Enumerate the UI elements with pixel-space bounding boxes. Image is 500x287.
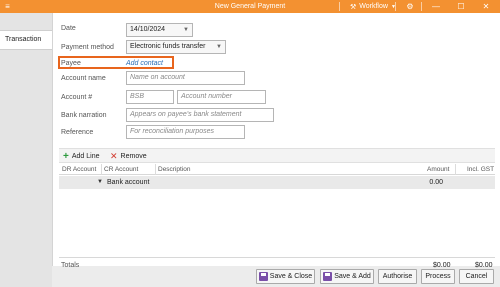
date-value: 14/10/2024 xyxy=(130,26,166,33)
plus-icon: + xyxy=(63,151,69,162)
account-number-placeholder: Account number xyxy=(181,93,232,100)
reference-placeholder: For reconciliation purposes xyxy=(130,128,215,135)
add-contact-link[interactable]: Add contact xyxy=(126,60,163,67)
payment-method-value: Electronic funds transfer xyxy=(130,43,206,50)
bank-narration-placeholder: Appears on payee's bank statement xyxy=(130,111,242,118)
account-number-input[interactable]: Account number xyxy=(177,90,266,104)
column-divider xyxy=(455,164,456,175)
bank-account-label: Bank account xyxy=(107,179,150,186)
account-name-placeholder: Name on account xyxy=(130,74,185,81)
save-close-label: Save & Close xyxy=(269,273,313,280)
minimize-button[interactable]: — xyxy=(428,0,444,13)
column-header-cr-account[interactable]: CR Account xyxy=(104,165,138,174)
chevron-down-icon[interactable]: ▼ xyxy=(97,177,103,188)
payment-method-select[interactable]: Electronic funds transfer ▼ xyxy=(126,40,226,54)
date-label: Date xyxy=(61,25,76,32)
save-add-button[interactable]: Save & Add xyxy=(320,269,374,284)
bsb-input[interactable]: BSB xyxy=(126,90,174,104)
close-button[interactable]: ✕ xyxy=(478,0,494,13)
add-line-label: Add Line xyxy=(71,153,100,160)
reference-input[interactable]: For reconciliation purposes xyxy=(126,125,245,139)
add-line-button[interactable]: + Add Line xyxy=(63,151,99,162)
save-close-button[interactable]: Save & Close xyxy=(256,269,315,284)
totals-label: Totals xyxy=(61,262,80,269)
save-icon xyxy=(323,272,333,281)
title-divider xyxy=(339,2,340,11)
column-header-dr-account[interactable]: DR Account xyxy=(62,165,96,174)
payee-label: Payee xyxy=(61,60,81,67)
account-number-label: Account # xyxy=(61,94,93,101)
remove-x-icon: ✕ xyxy=(110,151,118,161)
save-icon xyxy=(258,272,268,281)
column-divider xyxy=(155,164,156,175)
remove-label: Remove xyxy=(120,153,147,160)
account-name-input[interactable]: Name on account xyxy=(126,71,245,85)
cancel-button[interactable]: Cancel xyxy=(459,269,494,284)
reference-label: Reference xyxy=(61,129,94,136)
save-add-label: Save & Add xyxy=(334,273,371,280)
workflow-label: Workflow xyxy=(359,3,388,10)
totals-divider xyxy=(59,257,495,258)
column-divider xyxy=(101,164,102,175)
transaction-panel: Date 14/10/2024 ▼ Payment method Electro… xyxy=(52,13,500,269)
lines-toolbar: + Add Line ✕ Remove xyxy=(59,148,495,163)
restore-button[interactable]: ☐ xyxy=(453,0,469,13)
date-field[interactable]: 14/10/2024 ▼ xyxy=(126,23,193,37)
chevron-down-icon[interactable]: ▼ xyxy=(183,24,189,36)
column-header-description[interactable]: Description xyxy=(158,165,191,174)
tab-transaction[interactable]: Transaction xyxy=(0,30,52,50)
process-button[interactable]: Process xyxy=(421,269,455,284)
title-bar: ≡ New General Payment ⚒ Workflow ▼ ⚙ — ☐… xyxy=(0,0,500,13)
totals-amount: $0.00 xyxy=(433,262,451,269)
authorise-button[interactable]: Authorise xyxy=(378,269,417,284)
title-divider xyxy=(395,2,396,11)
totals-incl-gst: $0.00 xyxy=(475,262,493,269)
bank-narration-input[interactable]: Appears on payee's bank statement xyxy=(126,108,274,122)
workflow-icon: ⚒ xyxy=(350,3,357,11)
title-divider xyxy=(421,2,422,11)
account-name-label: Account name xyxy=(61,75,106,82)
tab-strip: Transaction xyxy=(0,13,52,287)
workflow-button[interactable]: ⚒ Workflow ▼ xyxy=(346,0,400,13)
bank-account-group-row[interactable]: ▼ Bank account 0.00 xyxy=(59,176,495,189)
column-header-amount[interactable]: Amount xyxy=(427,165,449,174)
window-title: New General Payment xyxy=(214,3,286,10)
bank-narration-label: Bank narration xyxy=(61,112,107,119)
settings-gear-icon[interactable]: ⚙ xyxy=(402,0,418,13)
remove-button[interactable]: ✕ Remove xyxy=(110,151,147,162)
chevron-down-icon[interactable]: ▼ xyxy=(216,41,222,53)
bsb-placeholder: BSB xyxy=(130,93,145,100)
lines-table-header: DR Account CR Account Description Amount… xyxy=(59,164,495,175)
payment-method-label: Payment method xyxy=(61,44,114,51)
column-header-incl-gst[interactable]: Incl. GST xyxy=(467,165,494,174)
bank-account-amount: 0.00 xyxy=(429,179,443,186)
